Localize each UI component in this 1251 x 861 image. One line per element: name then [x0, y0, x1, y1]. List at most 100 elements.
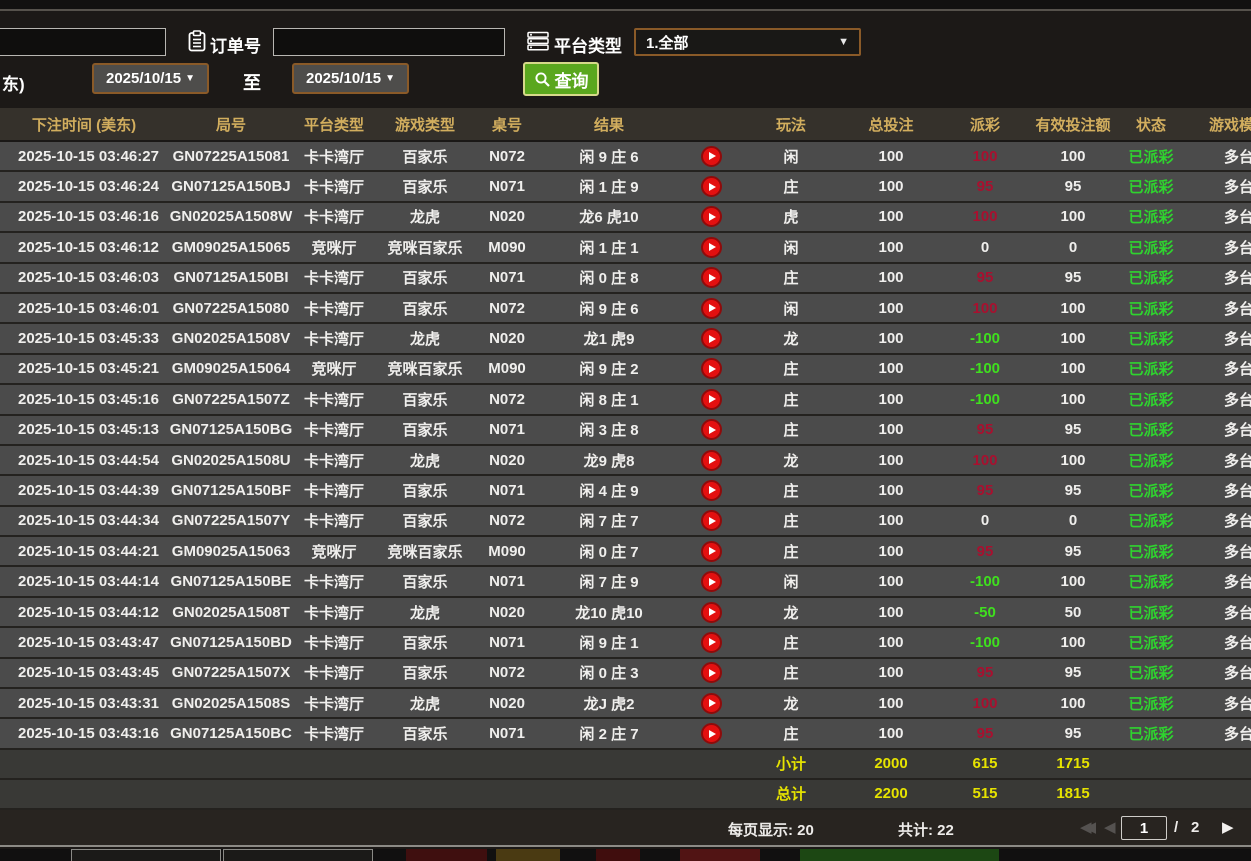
col-header-valid-bet: 有效投注额 [1028, 114, 1118, 135]
cell-bet-time: 2025-10-15 03:44:54 [0, 452, 168, 469]
cell-platform: 卡卡湾厅 [294, 389, 374, 410]
play-video-icon[interactable] [701, 328, 722, 349]
col-header-bet-time: 下注时间 (美东) [0, 114, 168, 135]
cell-valid-bet: 100 [1028, 208, 1118, 225]
cell-payout: 95 [942, 421, 1028, 438]
current-page-input[interactable] [1121, 816, 1167, 840]
cell-round-id: GN02025A1508T [168, 604, 294, 621]
table-row: 2025-10-15 03:44:21 GM09025A15063 竞咪厅 竞咪… [0, 537, 1251, 567]
cell-valid-bet: 95 [1028, 482, 1118, 499]
cell-platform: 卡卡湾厅 [294, 176, 374, 197]
play-video-icon[interactable] [701, 267, 722, 288]
cell-platform: 竞咪厅 [294, 237, 374, 258]
cell-game-mode: 多台 [1184, 358, 1251, 379]
chevron-down-icon: ▼ [838, 36, 849, 48]
order-number-input[interactable] [273, 28, 505, 56]
subtotal-valid-bet: 1715 [1028, 755, 1118, 772]
cell-round-id: GN07125A150BJ [168, 178, 294, 195]
cell-valid-bet: 100 [1028, 573, 1118, 590]
play-video-icon[interactable] [701, 723, 722, 744]
cell-status: 已派彩 [1118, 662, 1184, 683]
first-page-icon[interactable]: ◀◀ [1080, 818, 1089, 836]
cell-platform: 卡卡湾厅 [294, 328, 374, 349]
table-row: 2025-10-15 03:46:12 GM09025A15065 竞咪厅 竞咪… [0, 233, 1251, 263]
play-video-icon[interactable] [701, 541, 722, 562]
table-row: 2025-10-15 03:43:31 GN02025A1508S 卡卡湾厅 龙… [0, 689, 1251, 719]
cell-result: 闲 7 庄 7 [538, 510, 680, 531]
cell-status: 已派彩 [1118, 328, 1184, 349]
play-video-icon[interactable] [701, 176, 722, 197]
cell-game-type: 龙虎 [374, 328, 476, 349]
cell-table-no: M090 [476, 239, 538, 256]
cell-game-mode: 多台 [1184, 298, 1251, 319]
grand-total-label: 总计 [742, 783, 840, 804]
cell-table-no: N020 [476, 695, 538, 712]
search-button-label: 查询 [555, 67, 589, 92]
platform-type-icon [527, 30, 549, 52]
cell-bet-time: 2025-10-15 03:44:34 [0, 512, 168, 529]
cell-result: 闲 9 庄 1 [538, 632, 680, 653]
play-video-icon[interactable] [701, 146, 722, 167]
date-from-picker[interactable]: 2025/10/15 ▼ [92, 63, 209, 94]
cell-game-mode: 多台 [1184, 693, 1251, 714]
play-video-icon[interactable] [701, 510, 722, 531]
play-video-icon[interactable] [701, 602, 722, 623]
cell-game-type: 百家乐 [374, 510, 476, 531]
table-row: 2025-10-15 03:43:47 GN07125A150BD 卡卡湾厅 百… [0, 628, 1251, 658]
col-header-result: 结果 [538, 114, 680, 135]
cell-total-bet: 100 [840, 512, 942, 529]
cell-play-type: 龙 [742, 602, 840, 623]
date-to-picker[interactable]: 2025/10/15 ▼ [292, 63, 409, 94]
play-video-icon[interactable] [701, 237, 722, 258]
cell-game-mode: 多台 [1184, 176, 1251, 197]
cell-result: 闲 9 庄 2 [538, 358, 680, 379]
next-page-icon[interactable]: ▶ [1222, 818, 1234, 836]
play-video-icon[interactable] [701, 298, 722, 319]
cell-game-mode: 多台 [1184, 328, 1251, 349]
cell-result: 龙9 虎8 [538, 450, 680, 471]
play-video-icon[interactable] [701, 358, 722, 379]
play-video-icon[interactable] [701, 419, 722, 440]
col-header-status: 状态 [1118, 114, 1184, 135]
play-video-icon[interactable] [701, 389, 722, 410]
cell-status: 已派彩 [1118, 693, 1184, 714]
play-video-icon[interactable] [701, 571, 722, 592]
play-video-icon[interactable] [701, 632, 722, 653]
table-row: 2025-10-15 03:45:33 GN02025A1508V 卡卡湾厅 龙… [0, 324, 1251, 354]
cell-total-bet: 100 [840, 300, 942, 317]
order-number-label: 订单号 [210, 32, 261, 57]
table-row: 2025-10-15 03:46:16 GN02025A1508W 卡卡湾厅 龙… [0, 203, 1251, 233]
cell-valid-bet: 100 [1028, 391, 1118, 408]
cell-game-type: 百家乐 [374, 389, 476, 410]
cell-status: 已派彩 [1118, 237, 1184, 258]
bet-time-label-fragment: 东) [2, 70, 25, 95]
table-row: 2025-10-15 03:44:54 GN02025A1508U 卡卡湾厅 龙… [0, 446, 1251, 476]
cell-result: 闲 0 庄 8 [538, 267, 680, 288]
cell-total-bet: 100 [840, 725, 942, 742]
cell-platform: 竞咪厅 [294, 541, 374, 562]
cell-game-mode: 多台 [1184, 267, 1251, 288]
cell-play-type: 闲 [742, 571, 840, 592]
cell-payout: -50 [942, 604, 1028, 621]
play-video-icon[interactable] [701, 662, 722, 683]
previous-page-icon[interactable]: ◀ [1104, 818, 1116, 836]
play-video-icon[interactable] [701, 206, 722, 227]
cell-table-no: N072 [476, 512, 538, 529]
table-body: 2025-10-15 03:46:27 GN07225A15081 卡卡湾厅 百… [0, 142, 1251, 750]
table-row: 2025-10-15 03:46:01 GN07225A15080 卡卡湾厅 百… [0, 294, 1251, 324]
cell-payout: -100 [942, 360, 1028, 377]
cell-game-type: 百家乐 [374, 571, 476, 592]
play-video-icon[interactable] [701, 450, 722, 471]
cell-payout: -100 [942, 634, 1028, 651]
play-video-icon[interactable] [701, 693, 722, 714]
member-search-input[interactable] [0, 28, 166, 56]
cell-play-type: 龙 [742, 450, 840, 471]
cell-game-type: 竞咪百家乐 [374, 237, 476, 258]
search-button[interactable]: 查询 [523, 62, 599, 96]
play-video-icon[interactable] [701, 480, 722, 501]
cell-payout: 95 [942, 664, 1028, 681]
cell-valid-bet: 95 [1028, 725, 1118, 742]
cell-status: 已派彩 [1118, 480, 1184, 501]
cell-status: 已派彩 [1118, 267, 1184, 288]
platform-type-select[interactable]: 1.全部 ▼ [634, 28, 861, 56]
